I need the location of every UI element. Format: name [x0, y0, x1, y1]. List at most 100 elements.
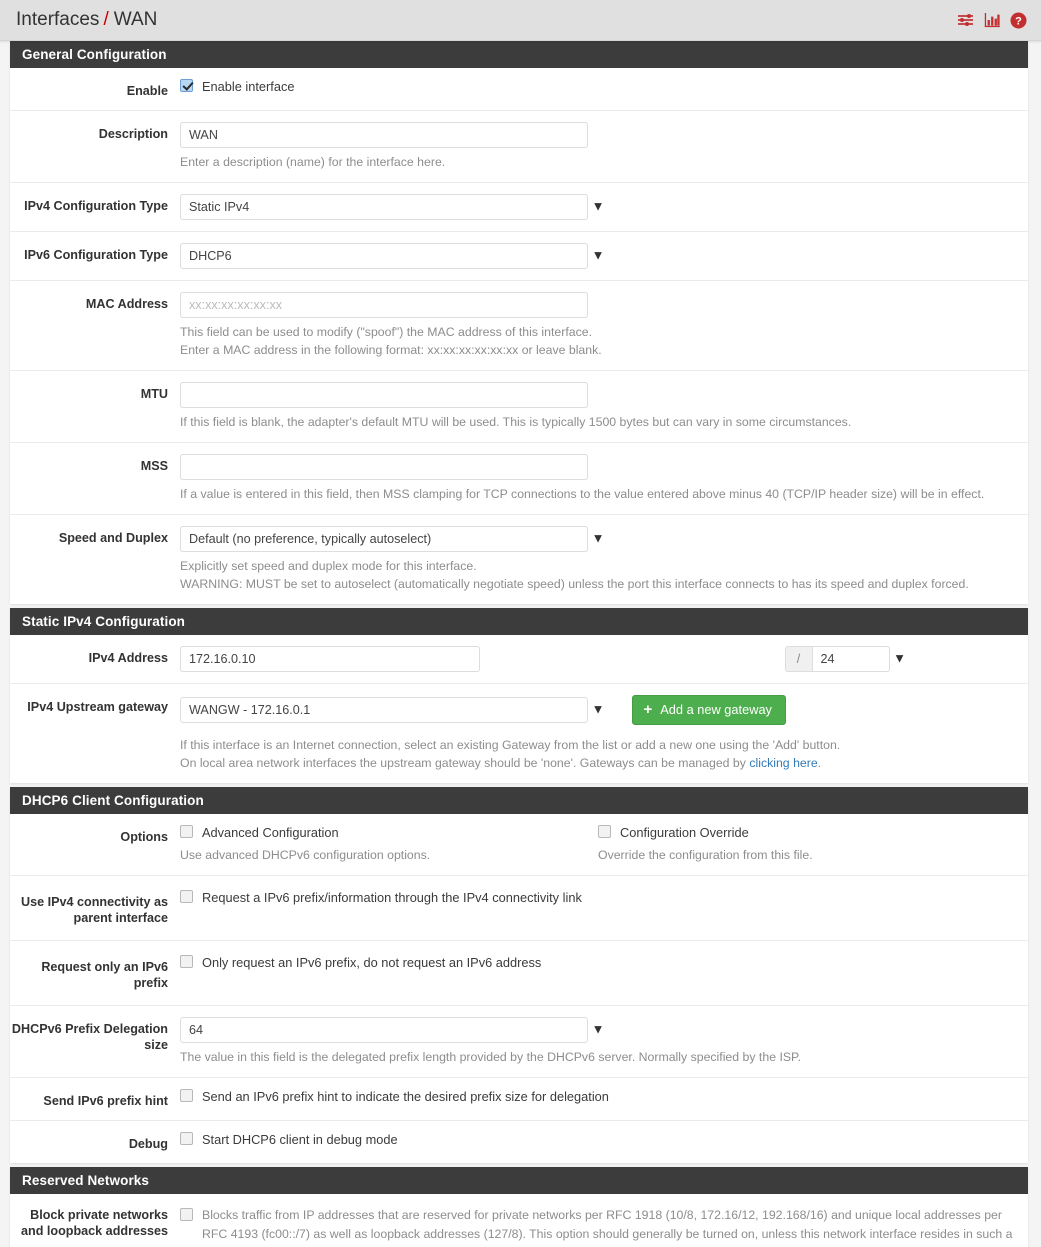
- use-ipv4-parent-row[interactable]: Request a IPv6 prefix/information throug…: [180, 890, 1016, 905]
- row-mtu: MTU If this field is blank, the adapter'…: [10, 371, 1028, 443]
- row-debug: Debug Start DHCP6 client in debug mode: [10, 1121, 1028, 1163]
- row-request-only-prefix: Request only an IPv6 prefix Only request…: [10, 941, 1028, 1006]
- ipv4-upstream-gateway-select[interactable]: WANGW - 172.16.0.1: [180, 697, 588, 723]
- debug-checkbox[interactable]: [180, 1132, 193, 1145]
- enable-interface-label: Enable interface: [202, 79, 295, 94]
- request-only-prefix-checkbox[interactable]: [180, 955, 193, 968]
- configuration-override-row[interactable]: Configuration Override: [598, 825, 1016, 840]
- ipv4-address-input[interactable]: 172.16.0.10: [180, 646, 480, 672]
- enable-interface-checkbox-row[interactable]: Enable interface: [180, 79, 1016, 94]
- advanced-configuration-label: Advanced Configuration: [202, 825, 339, 840]
- label-mss: MSS: [140, 459, 168, 473]
- prefix-delegation-select-wrap[interactable]: 64 ▼: [180, 1017, 605, 1043]
- chevron-down-icon: ▼: [591, 1021, 605, 1037]
- gateway-help-pre: On local area network interfaces the ups…: [180, 756, 750, 770]
- label-ipv4-configuration-type: IPv4 Configuration Type: [24, 199, 168, 213]
- ipv4-configuration-type-select[interactable]: Static IPv4: [180, 194, 588, 220]
- gateway-help-post: .: [817, 756, 822, 770]
- label-ipv4-upstream-gateway: IPv4 Upstream gateway: [27, 700, 168, 714]
- add-new-gateway-button[interactable]: + Add a new gateway: [631, 695, 786, 725]
- label-ipv6-configuration-type: IPv6 Configuration Type: [24, 248, 168, 262]
- svg-text:?: ?: [1015, 15, 1022, 27]
- send-prefix-hint-row[interactable]: Send an IPv6 prefix hint to indicate the…: [180, 1089, 1016, 1104]
- label-mac-address: MAC Address: [85, 297, 168, 311]
- prefix-delegation-help: The value in this field is the delegated…: [180, 1050, 802, 1064]
- panel-title-dhcp6: DHCP6 Client Configuration: [10, 787, 1028, 814]
- configuration-override-help: Override the configuration from this fil…: [598, 848, 813, 862]
- row-ipv4-address: IPv4 Address 172.16.0.10 / 24 ▼: [10, 635, 1028, 684]
- subnet-input-group: / 24 ▼: [784, 646, 906, 672]
- configuration-override-col: Configuration Override Override the conf…: [598, 825, 1016, 864]
- mac-help-line-2: Enter a MAC address in the following for…: [180, 343, 602, 357]
- mtu-input[interactable]: [180, 382, 588, 408]
- label-use-ipv4-parent: Use IPv4 connectivity as parent interfac…: [21, 895, 168, 925]
- mac-address-input[interactable]: xx:xx:xx:xx:xx:xx: [180, 292, 588, 318]
- breadcrumb-separator: /: [103, 9, 109, 30]
- chevron-down-icon: ▼: [591, 247, 605, 263]
- ipv6-configuration-type-select[interactable]: DHCP6: [180, 243, 588, 269]
- speed-duplex-select-wrap[interactable]: Default (no preference, typically autose…: [180, 526, 605, 552]
- block-private-networks-checkbox[interactable]: [180, 1208, 193, 1221]
- panel-general-configuration: General Configuration Enable Enable inte…: [10, 41, 1028, 604]
- gateway-help-line-1: If this interface is an Internet connect…: [180, 738, 841, 752]
- row-description: Description WAN Enter a description (nam…: [10, 111, 1028, 183]
- chart-bar-icon[interactable]: [984, 12, 1001, 28]
- label-speed-and-duplex: Speed and Duplex: [58, 531, 168, 545]
- row-dhcp6-options: Options Advanced Configuration Use advan…: [10, 814, 1028, 876]
- row-mss: MSS If a value is entered in this field,…: [10, 443, 1028, 515]
- advanced-configuration-row[interactable]: Advanced Configuration: [180, 825, 598, 840]
- label-send-prefix-hint: Send IPv6 prefix hint: [43, 1094, 168, 1108]
- mss-help: If a value is entered in this field, the…: [180, 487, 985, 501]
- gateway-select-wrap[interactable]: WANGW - 172.16.0.1 ▼: [180, 697, 605, 723]
- block-private-networks-help: Blocks traffic from IP addresses that ar…: [202, 1208, 1013, 1247]
- label-request-only-prefix: Request only an IPv6 prefix: [41, 960, 168, 990]
- panel-reserved-networks: Reserved Networks Block private networks…: [10, 1167, 1028, 1247]
- breadcrumb-current: WAN: [113, 9, 158, 30]
- gateway-manage-link[interactable]: clicking here: [749, 756, 817, 770]
- description-help: Enter a description (name) for the inter…: [180, 155, 446, 169]
- speed-and-duplex-select[interactable]: Default (no preference, typically autose…: [180, 526, 588, 552]
- send-prefix-hint-checkbox[interactable]: [180, 1089, 193, 1102]
- panel-title-reserved-networks: Reserved Networks: [10, 1167, 1028, 1194]
- label-dhcp6-options: Options: [120, 830, 168, 844]
- chevron-down-icon: ▼: [591, 530, 605, 546]
- speed-duplex-help-line-2: WARNING: MUST be set to autoselect (auto…: [180, 577, 969, 591]
- help-circle-icon[interactable]: ?: [1010, 12, 1027, 29]
- use-ipv4-parent-label: Request a IPv6 prefix/information throug…: [202, 890, 582, 905]
- ipv6-type-select-wrap[interactable]: DHCP6 ▼: [180, 243, 605, 269]
- subnet-mask-select[interactable]: 24: [811, 646, 890, 672]
- label-debug: Debug: [128, 1137, 168, 1151]
- row-send-prefix-hint: Send IPv6 prefix hint Send an IPv6 prefi…: [10, 1078, 1028, 1121]
- row-speed-and-duplex: Speed and Duplex Default (no preference,…: [10, 515, 1028, 604]
- plus-icon: +: [643, 701, 653, 718]
- sliders-icon[interactable]: [957, 12, 975, 28]
- prefix-delegation-size-select[interactable]: 64: [180, 1017, 588, 1043]
- send-prefix-hint-label: Send an IPv6 prefix hint to indicate the…: [202, 1089, 609, 1104]
- panel-dhcp6-client-configuration: DHCP6 Client Configuration Options Advan…: [10, 787, 1028, 1163]
- header-icon-group: ?: [957, 12, 1027, 29]
- request-only-prefix-row[interactable]: Only request an IPv6 prefix, do not requ…: [180, 955, 1016, 970]
- description-input[interactable]: WAN: [180, 122, 588, 148]
- mss-input[interactable]: [180, 454, 588, 480]
- breadcrumb-parent[interactable]: Interfaces: [16, 9, 99, 31]
- breadcrumb: Interfaces / WAN: [16, 9, 157, 31]
- row-ipv4-upstream-gateway: IPv4 Upstream gateway WANGW - 172.16.0.1…: [10, 684, 1028, 783]
- speed-duplex-help-line-1: Explicitly set speed and duplex mode for…: [180, 559, 477, 573]
- row-block-private-networks: Block private networks and loopback addr…: [10, 1194, 1028, 1247]
- chevron-down-icon: ▼: [591, 701, 605, 717]
- advanced-configuration-help: Use advanced DHCPv6 configuration option…: [180, 848, 431, 862]
- ipv4-type-select-wrap[interactable]: Static IPv4 ▼: [180, 194, 605, 220]
- label-ipv4-address: IPv4 Address: [88, 651, 168, 665]
- row-prefix-delegation-size: DHCPv6 Prefix Delegation size 64 ▼ The v…: [10, 1006, 1028, 1078]
- panel-static-ipv4-configuration: Static IPv4 Configuration IPv4 Address 1…: [10, 608, 1028, 783]
- enable-interface-checkbox[interactable]: [180, 79, 193, 92]
- use-ipv4-parent-checkbox[interactable]: [180, 890, 193, 903]
- label-enable: Enable: [126, 84, 168, 98]
- advanced-configuration-checkbox[interactable]: [180, 825, 193, 838]
- subnet-select-wrap[interactable]: 24 ▼: [811, 646, 906, 672]
- breadcrumb-bar: Interfaces / WAN ?: [0, 0, 1041, 41]
- mac-help-line-1: This field can be used to modify ("spoof…: [180, 325, 592, 339]
- configuration-override-checkbox[interactable]: [598, 825, 611, 838]
- row-ipv4-configuration-type: IPv4 Configuration Type Static IPv4 ▼: [10, 183, 1028, 232]
- debug-row[interactable]: Start DHCP6 client in debug mode: [180, 1132, 1016, 1147]
